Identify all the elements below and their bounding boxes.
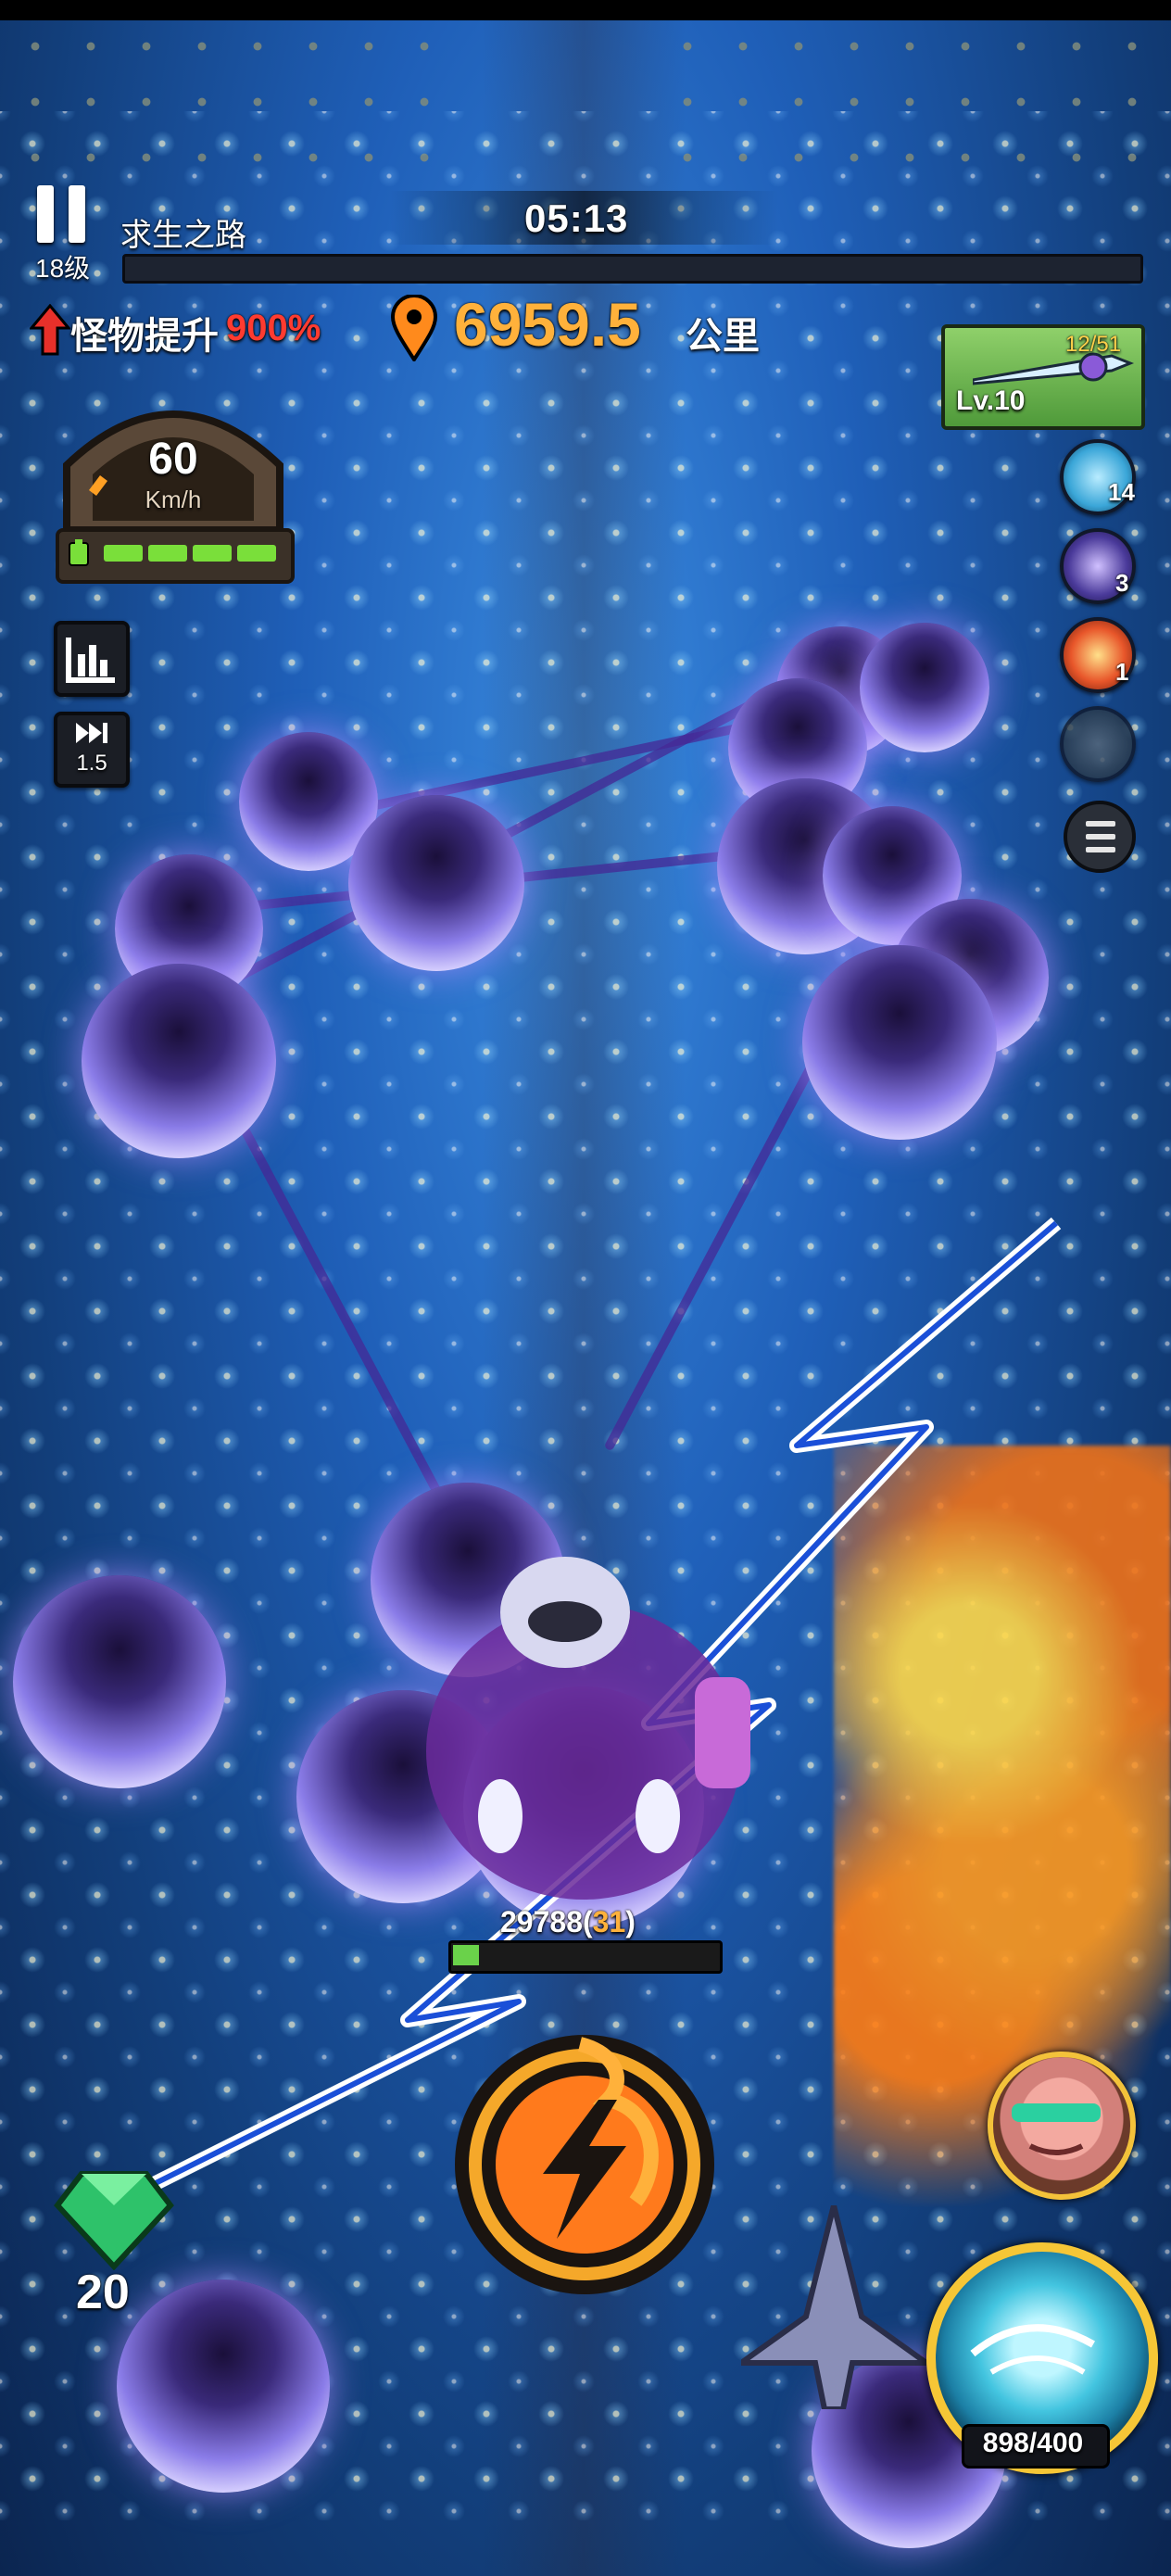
boss-hp-value: 29788: [500, 1905, 583, 1938]
empty-skill-slot[interactable]: [1060, 706, 1136, 782]
game-speed-button[interactable]: 1.5: [54, 712, 130, 788]
hero-portrait[interactable]: [988, 2052, 1136, 2200]
list-icon: [1086, 821, 1115, 827]
ice-storm-icon: [970, 2324, 1095, 2375]
battery-cell: [148, 545, 187, 562]
location-pin-icon: [390, 295, 438, 361]
battery-cell: [104, 545, 143, 562]
battery-icon: [69, 539, 89, 566]
purple-orb: [802, 945, 997, 1140]
skill-count: 1: [1115, 658, 1129, 686]
list-icon: [1086, 834, 1115, 840]
weapon-level: Lv.10: [956, 385, 1026, 416]
stats-button[interactable]: [54, 621, 130, 697]
top-bar: [0, 0, 1171, 20]
gem-icon: [54, 2171, 174, 2270]
fighter-jet: [741, 2205, 926, 2409]
ultimate-button[interactable]: [441, 2016, 728, 2304]
stage-name: 求生之路: [120, 218, 246, 253]
monster-boost-value: 900%: [226, 308, 321, 348]
game-speed-multiplier: 1.5: [76, 751, 107, 776]
pause-button[interactable]: [33, 185, 91, 243]
monster-boost-label: 怪物提升: [70, 316, 219, 357]
special-skill-energy: 898/400: [982, 2428, 1084, 2458]
battery-cell: [237, 545, 276, 562]
battery-gauge: [56, 528, 295, 584]
skill-count: 3: [1115, 569, 1129, 597]
pause-icon: [37, 185, 54, 243]
red-up-arrow-icon: [30, 304, 70, 356]
distance-unit: 公里: [686, 316, 760, 357]
list-icon: [1086, 847, 1115, 852]
pause-icon: [69, 185, 85, 243]
boss-hp-text: 29788(31): [500, 1905, 636, 1938]
hero-face-icon: [1012, 2103, 1101, 2155]
battery-cell: [193, 545, 232, 562]
speed-value: 60: [148, 435, 198, 484]
gem-count: 20: [76, 2266, 130, 2319]
weapon-count: 12/51: [1065, 332, 1122, 357]
player-level: 18级: [35, 254, 91, 283]
menu-button[interactable]: [1064, 801, 1136, 873]
purple-orb: [82, 964, 276, 1158]
stage-progress-bar: [122, 254, 1143, 284]
purple-orb: [348, 795, 524, 971]
boss-hp-bar: [448, 1940, 723, 1974]
distance-value: 6959.5: [454, 290, 641, 359]
boss-hp-fill: [453, 1945, 479, 1965]
boss-hp-extra: 31: [592, 1905, 626, 1938]
purple-orb: [860, 623, 989, 752]
purple-orb: [117, 2279, 330, 2493]
skill-count: 14: [1108, 478, 1135, 506]
bar-chart-icon: [66, 638, 115, 683]
weapon-card[interactable]: 12/51 Lv.10: [941, 324, 1145, 430]
fast-forward-icon: [76, 723, 107, 743]
speed-unit: Km/h: [145, 486, 202, 513]
game-timer: 05:13: [524, 196, 629, 240]
